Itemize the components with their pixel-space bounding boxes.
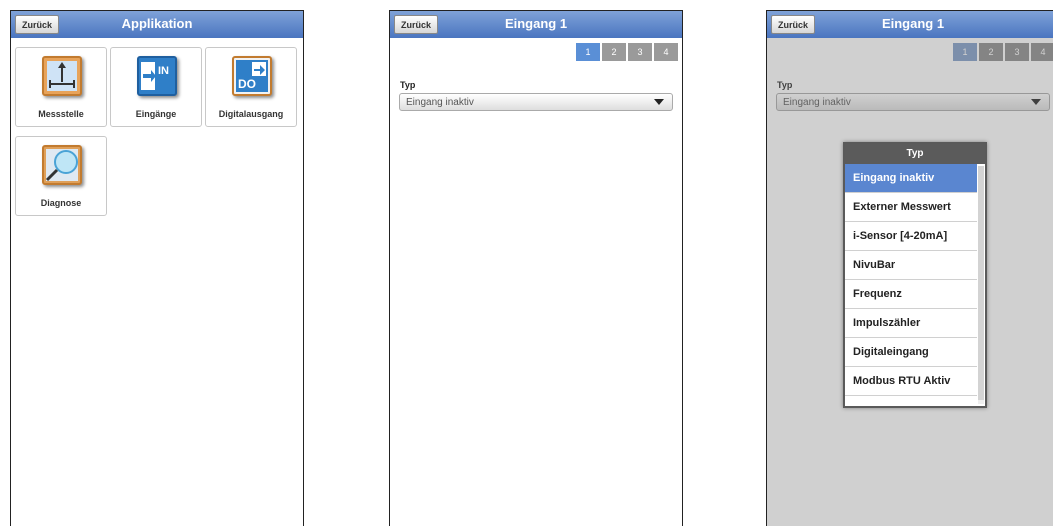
tile-diagnose[interactable]: Diagnose <box>15 136 107 216</box>
header-bar: Zurück Eingang 1 <box>767 11 1053 38</box>
typ-select[interactable]: Eingang inaktiv <box>399 93 673 111</box>
tile-label: Diagnose <box>40 198 82 208</box>
option-externer-messwert[interactable]: Externer Messwert <box>845 193 977 222</box>
input-1-screen: Zurück Eingang 1 1 2 3 4 Typ Eingang ina… <box>389 10 683 526</box>
in-text: IN <box>158 65 169 77</box>
screen-title: Applikation <box>121 16 193 31</box>
option-frequenz[interactable]: Frequenz <box>845 280 977 309</box>
option-impulszaehler[interactable]: Impulszähler <box>845 309 977 338</box>
page-tabs: 1 2 3 4 <box>574 43 678 61</box>
header-bar: Zurück Applikation <box>11 11 303 38</box>
screen-title: Eingang 1 <box>881 16 945 31</box>
tile-label: Eingänge <box>135 109 177 119</box>
tile-digitalausgang[interactable]: DO Digitalausgang <box>205 47 297 127</box>
typ-dropdown-list: Typ Eingang inaktiv Externer Messwert i-… <box>843 142 987 408</box>
do-text: DO <box>238 77 256 91</box>
tab-3[interactable]: 3 <box>628 43 652 61</box>
tab-4[interactable]: 4 <box>654 43 678 61</box>
option-nivubar[interactable]: NivuBar <box>845 251 977 280</box>
dropdown-title: Typ <box>845 144 985 164</box>
screen-title: Eingang 1 <box>504 16 568 31</box>
option-eingang-inaktiv[interactable]: Eingang inaktiv <box>845 164 977 193</box>
option-modbus-rtu-aktiv[interactable]: Modbus RTU Aktiv <box>845 367 977 396</box>
tile-eingaenge[interactable]: IN Eingänge <box>110 47 202 127</box>
input-1-dropdown-screen: Zurück Eingang 1 1 2 3 4 Typ Eingang ina… <box>766 10 1053 526</box>
typ-value: Eingang inaktiv <box>406 97 474 108</box>
tile-messstelle[interactable]: Messstelle <box>15 47 107 127</box>
scrollbar-thumb[interactable] <box>978 166 984 400</box>
dropdown-arrow-icon <box>654 99 664 105</box>
option-i-sensor[interactable]: i-Sensor [4-20mA] <box>845 222 977 251</box>
header-bar: Zurück Eingang 1 <box>390 11 682 38</box>
application-screen: Zurück Applikation Messstelle IN Eingäng… <box>10 10 304 526</box>
inputs-in-icon: IN <box>137 56 177 96</box>
dropdown-scrollbar[interactable] <box>978 166 984 404</box>
tile-label: Messstelle <box>38 109 84 119</box>
measurement-point-icon <box>42 56 82 96</box>
digital-output-do-icon: DO <box>232 56 272 96</box>
option-digitaleingang[interactable]: Digitaleingang <box>845 338 977 367</box>
tab-1[interactable]: 1 <box>576 43 600 61</box>
typ-label: Typ <box>400 80 416 90</box>
diagnose-magnifier-icon <box>42 145 82 185</box>
tab-2[interactable]: 2 <box>602 43 626 61</box>
tile-label: Digitalausgang <box>218 109 284 119</box>
